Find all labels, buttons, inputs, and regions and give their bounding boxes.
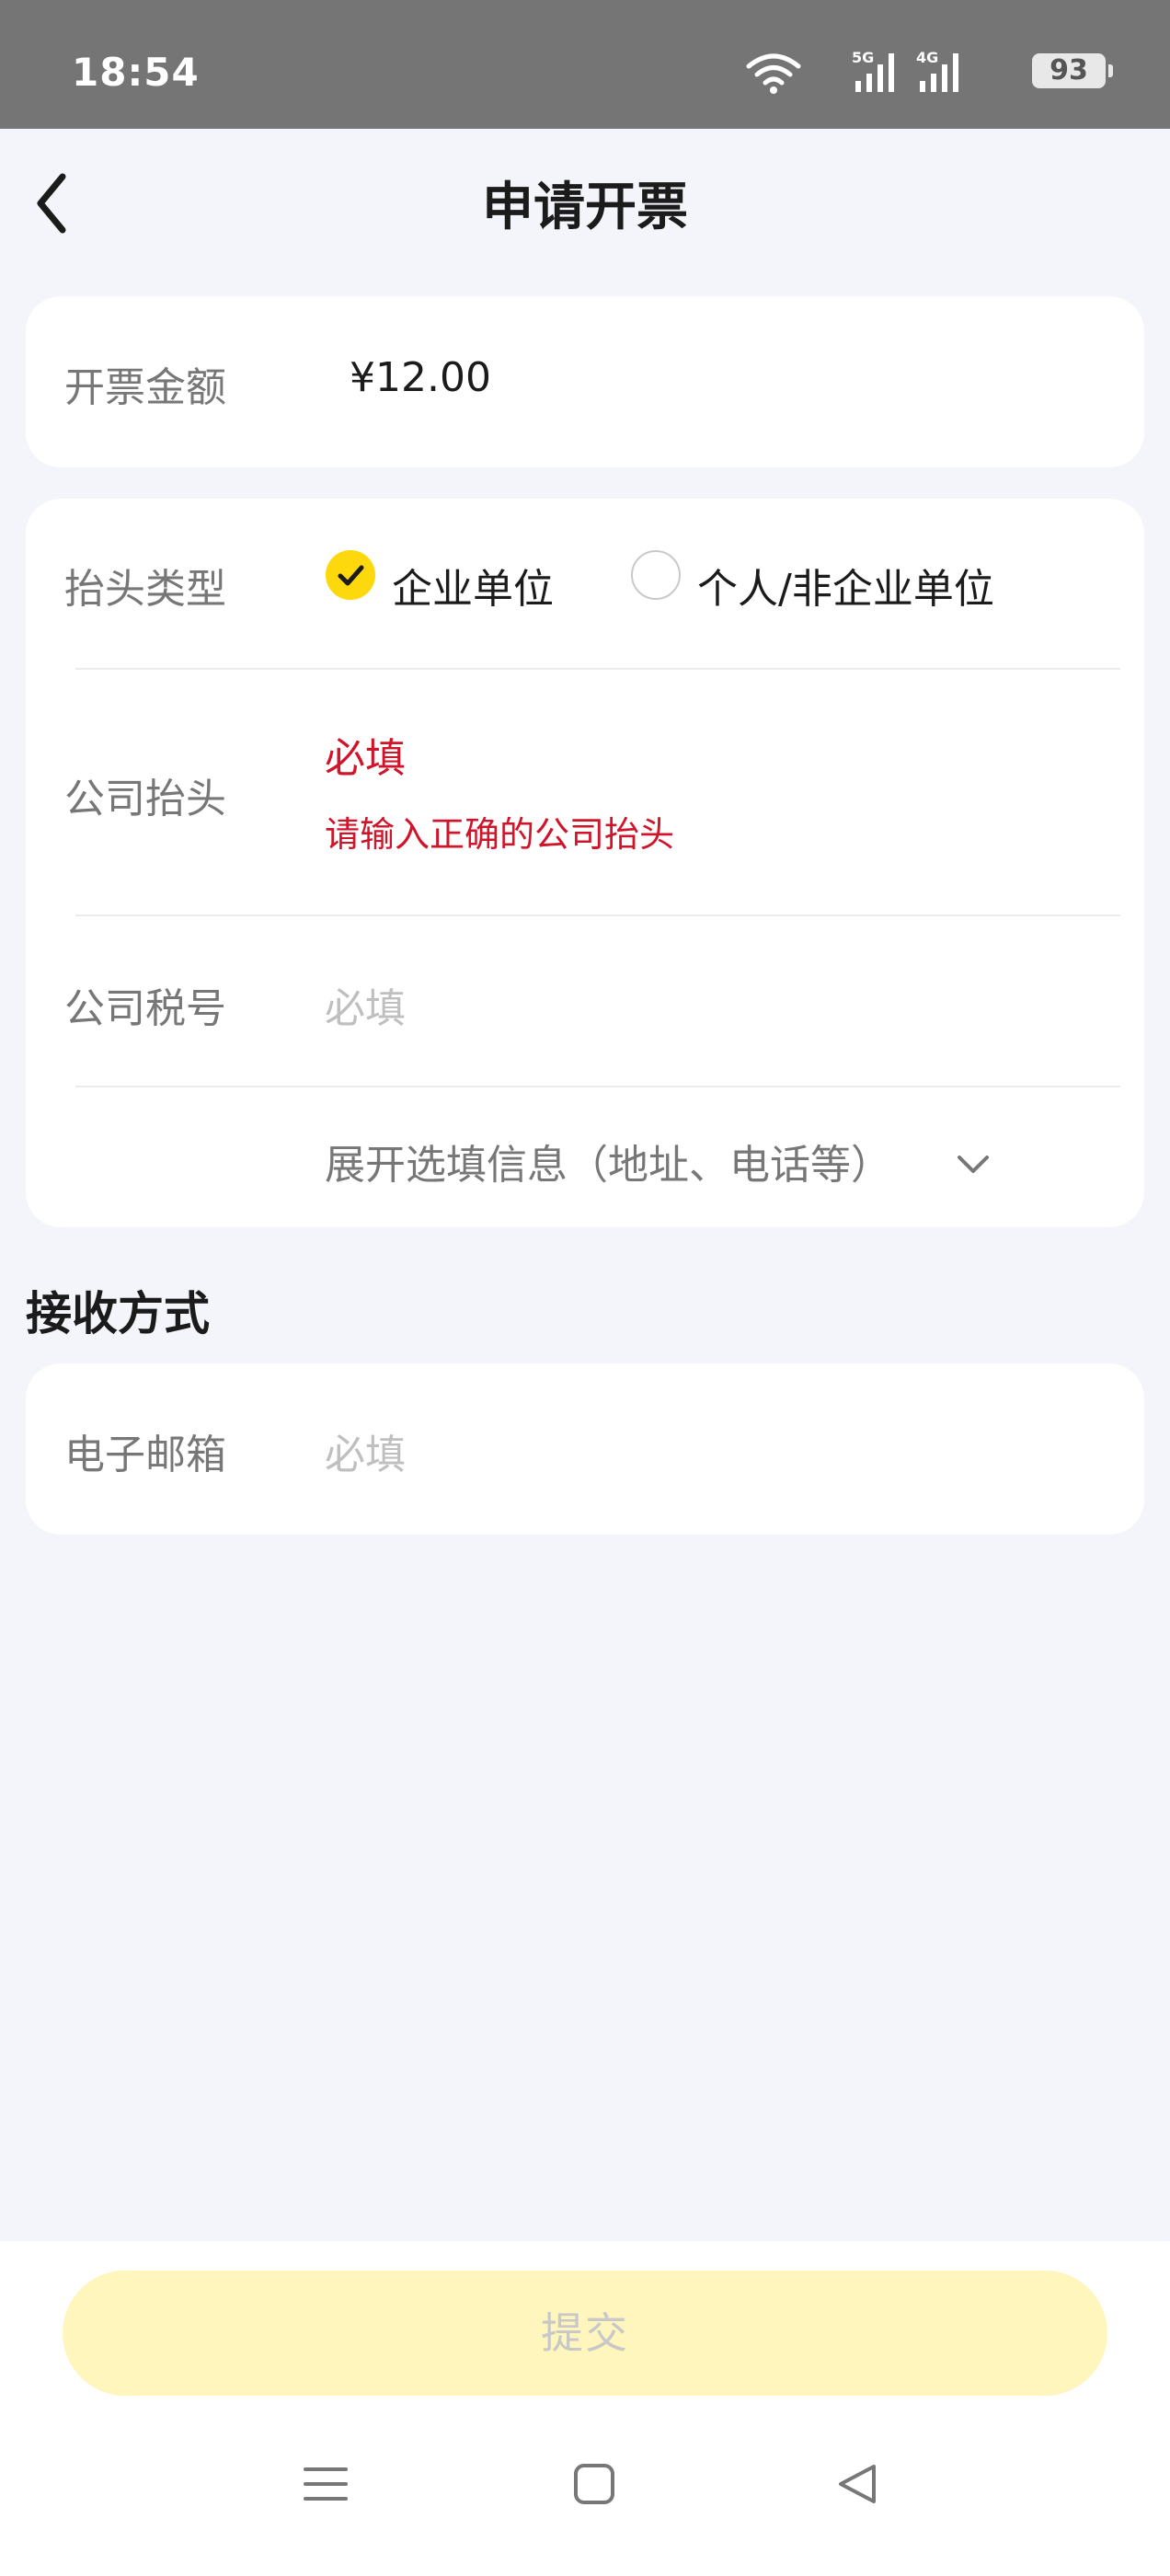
radio-checked-icon bbox=[326, 550, 375, 600]
page-title: 申请开票 bbox=[482, 178, 688, 237]
footer: 提交 bbox=[0, 2241, 1170, 2576]
signal-4g-icon: 4G bbox=[916, 49, 958, 92]
battery-icon: 93 bbox=[1032, 53, 1113, 88]
receive-section-title: 接收方式 bbox=[26, 1287, 210, 1340]
expand-optional-button[interactable]: 展开选填信息（地址、电话等） bbox=[325, 1124, 1024, 1198]
tax-number-input[interactable]: 必填 bbox=[325, 975, 1079, 1034]
email-card: 电子邮箱 必填 bbox=[26, 1363, 1144, 1535]
back-triangle-icon[interactable] bbox=[835, 2462, 879, 2506]
status-icons: 5G 4G 93 bbox=[719, 48, 1113, 94]
company-title-label: 公司抬头 bbox=[64, 776, 226, 822]
company-title-error: 请输入正确的公司抬头 bbox=[325, 814, 675, 855]
chevron-down-icon bbox=[958, 1156, 989, 1173]
email-label: 电子邮箱 bbox=[64, 1432, 226, 1478]
menu-icon[interactable] bbox=[304, 2462, 348, 2506]
title-type-label: 抬头类型 bbox=[64, 566, 226, 613]
tax-number-label: 公司税号 bbox=[64, 985, 226, 1032]
divider bbox=[75, 1086, 1120, 1087]
amount-label: 开票金额 bbox=[64, 364, 226, 411]
submit-button[interactable]: 提交 bbox=[63, 2271, 1107, 2396]
divider bbox=[75, 914, 1120, 916]
radio-option-enterprise[interactable]: 企业单位 bbox=[326, 545, 602, 613]
svg-text:4G: 4G bbox=[916, 49, 938, 66]
radio-unchecked-icon bbox=[631, 550, 681, 600]
email-input[interactable]: 必填 bbox=[325, 1421, 1079, 1480]
check-icon bbox=[338, 565, 364, 586]
svg-text:5G: 5G bbox=[852, 49, 874, 66]
invoice-form-card: 抬头类型 企业单位 个人/非企业单位 公司抬头 必填 请输入正确的公司抬头 公司… bbox=[26, 499, 1144, 1227]
signal-5g-icon: 5G bbox=[852, 49, 894, 92]
radio-label-enterprise: 企业单位 bbox=[392, 566, 554, 613]
radio-label-personal: 个人/非企业单位 bbox=[697, 566, 994, 613]
company-title-input[interactable]: 必填 bbox=[325, 725, 1079, 784]
radio-option-personal[interactable]: 个人/非企业单位 bbox=[631, 545, 1072, 613]
status-time: 18:54 bbox=[72, 50, 200, 95]
amount-value: ¥12.00 bbox=[350, 354, 491, 401]
amount-card: 开票金额 ¥12.00 bbox=[26, 296, 1144, 467]
expand-optional-label: 展开选填信息（地址、电话等） bbox=[325, 1142, 891, 1189]
wifi-icon bbox=[746, 53, 801, 94]
home-icon[interactable] bbox=[572, 2462, 616, 2506]
header: 申请开票 bbox=[0, 129, 1170, 276]
divider bbox=[75, 668, 1120, 670]
status-bar: 18:54 5G 4G 93 bbox=[0, 0, 1170, 129]
